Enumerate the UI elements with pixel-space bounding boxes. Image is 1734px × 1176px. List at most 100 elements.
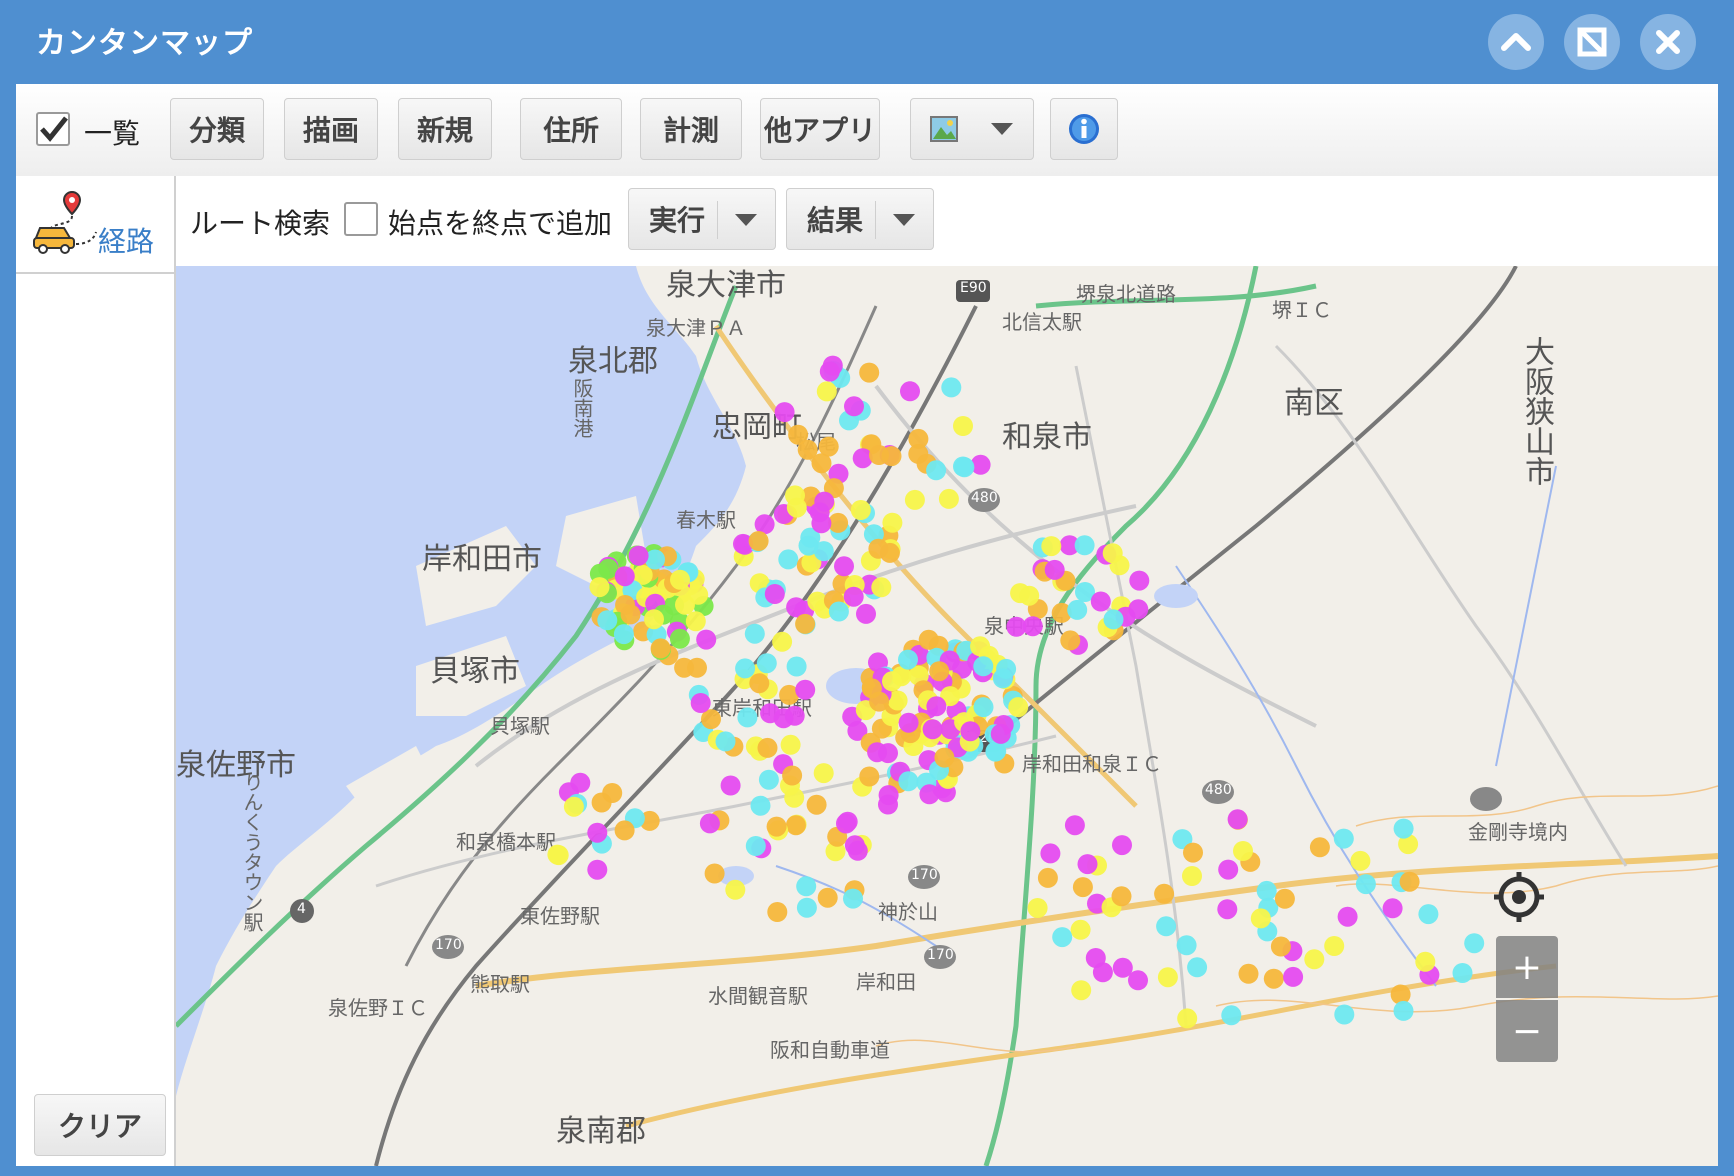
- add-start-as-end-checkbox[interactable]: [344, 202, 378, 236]
- map-point-marker[interactable]: [814, 491, 835, 512]
- map-point-marker[interactable]: [1067, 599, 1088, 620]
- map-point-marker[interactable]: [1221, 1005, 1242, 1026]
- map-point-marker[interactable]: [1072, 877, 1093, 898]
- map-point-marker[interactable]: [929, 661, 950, 682]
- new-button[interactable]: 新規: [398, 98, 492, 160]
- map-point-marker[interactable]: [908, 428, 929, 449]
- map-point-marker[interactable]: [725, 879, 746, 900]
- map-point-marker[interactable]: [774, 402, 795, 423]
- result-button[interactable]: 結果: [786, 188, 934, 250]
- map-point-marker[interactable]: [869, 691, 890, 712]
- map-point-marker[interactable]: [844, 396, 864, 417]
- map-point-marker[interactable]: [1227, 809, 1248, 830]
- draw-button[interactable]: 描画: [284, 98, 378, 160]
- map-point-marker[interactable]: [1177, 1008, 1198, 1029]
- map-point-marker[interactable]: [690, 693, 711, 713]
- map-point-marker[interactable]: [1022, 616, 1043, 637]
- map-point-marker[interactable]: [644, 609, 664, 630]
- map-point-marker[interactable]: [795, 679, 816, 700]
- collapse-button[interactable]: [1488, 14, 1544, 70]
- map-point-marker[interactable]: [843, 888, 863, 909]
- map-point-marker[interactable]: [1176, 935, 1197, 956]
- map-point-marker[interactable]: [614, 566, 635, 587]
- map-point-marker[interactable]: [882, 671, 902, 692]
- map-point-marker[interactable]: [926, 460, 947, 481]
- map-point-marker[interactable]: [744, 623, 765, 644]
- zoom-out-button[interactable]: −: [1496, 1000, 1558, 1062]
- map-point-marker[interactable]: [992, 668, 1013, 689]
- map-point-marker[interactable]: [1464, 933, 1485, 954]
- map-point-marker[interactable]: [844, 835, 865, 856]
- map-point-marker[interactable]: [1102, 543, 1123, 564]
- map-point-marker[interactable]: [1283, 966, 1304, 987]
- map-point-marker[interactable]: [685, 611, 706, 632]
- map-point-marker[interactable]: [1250, 908, 1271, 929]
- map-point-marker[interactable]: [878, 785, 899, 806]
- map-point-marker[interactable]: [990, 723, 1011, 744]
- map-point-marker[interactable]: [1090, 591, 1111, 612]
- map-point-marker[interactable]: [941, 377, 962, 398]
- map-point-marker[interactable]: [1399, 871, 1420, 892]
- map-point-marker[interactable]: [867, 742, 888, 763]
- other-apps-button[interactable]: 他アプリ: [760, 98, 880, 160]
- map-point-marker[interactable]: [986, 741, 1007, 762]
- map-point-marker[interactable]: [1355, 874, 1376, 895]
- map-point-marker[interactable]: [785, 815, 806, 836]
- map-point-marker[interactable]: [778, 549, 799, 570]
- map-point-marker[interactable]: [1010, 583, 1031, 604]
- map-point-marker[interactable]: [953, 456, 973, 477]
- map-point-marker[interactable]: [1129, 570, 1150, 591]
- list-checkbox[interactable]: [36, 112, 70, 146]
- map-point-marker[interactable]: [1263, 968, 1284, 989]
- map-point-marker[interactable]: [816, 381, 837, 402]
- classify-button[interactable]: 分類: [170, 98, 264, 160]
- map-point-marker[interactable]: [973, 656, 994, 677]
- map-point-marker[interactable]: [1112, 835, 1132, 856]
- map-point-marker[interactable]: [796, 876, 817, 897]
- map-point-marker[interactable]: [1270, 936, 1291, 957]
- map-point-marker[interactable]: [704, 863, 725, 884]
- map-point-marker[interactable]: [795, 613, 816, 634]
- map-point-marker[interactable]: [859, 766, 880, 787]
- map-point-marker[interactable]: [898, 712, 919, 733]
- map-point-marker[interactable]: [1111, 886, 1132, 907]
- map-point-marker[interactable]: [1156, 916, 1177, 937]
- map-point-marker[interactable]: [620, 604, 641, 625]
- map-point-marker[interactable]: [871, 577, 892, 598]
- map-point-marker[interactable]: [750, 795, 771, 816]
- map-point-marker[interactable]: [597, 610, 618, 631]
- map-point-marker[interactable]: [1274, 888, 1295, 909]
- map-point-marker[interactable]: [1415, 951, 1436, 972]
- map-point-marker[interactable]: [688, 584, 709, 605]
- map-point-marker[interactable]: [938, 488, 959, 509]
- map-point-marker[interactable]: [1324, 936, 1345, 956]
- map-point-marker[interactable]: [699, 813, 720, 834]
- map-point-marker[interactable]: [817, 887, 838, 908]
- maximize-button[interactable]: [1564, 14, 1620, 70]
- map-point-marker[interactable]: [548, 845, 569, 866]
- map-point-marker[interactable]: [1157, 967, 1178, 988]
- map-point-marker[interactable]: [1008, 697, 1029, 718]
- map-point-marker[interactable]: [1218, 859, 1239, 880]
- map-point-marker[interactable]: [749, 673, 770, 694]
- map-point-marker[interactable]: [602, 783, 623, 803]
- map-point-marker[interactable]: [760, 703, 781, 724]
- map-point-marker[interactable]: [735, 658, 756, 679]
- map-point-marker[interactable]: [1187, 957, 1208, 978]
- map-point-marker[interactable]: [1154, 883, 1175, 904]
- map-point-marker[interactable]: [628, 545, 649, 566]
- map-point-marker[interactable]: [828, 601, 849, 622]
- map-point-marker[interactable]: [766, 816, 787, 837]
- map-point-marker[interactable]: [813, 763, 834, 784]
- map-point-marker[interactable]: [614, 820, 635, 841]
- map-point-marker[interactable]: [737, 707, 758, 728]
- map-point-marker[interactable]: [1393, 1000, 1414, 1021]
- map-point-marker[interactable]: [1452, 963, 1473, 983]
- map-point-marker[interactable]: [589, 577, 610, 598]
- map-point-marker[interactable]: [757, 737, 778, 758]
- map-point-marker[interactable]: [1037, 867, 1058, 888]
- map-point-marker[interactable]: [670, 569, 690, 590]
- map-point-marker[interactable]: [819, 361, 840, 382]
- map-point-marker[interactable]: [756, 653, 777, 674]
- map-point-marker[interactable]: [900, 381, 920, 402]
